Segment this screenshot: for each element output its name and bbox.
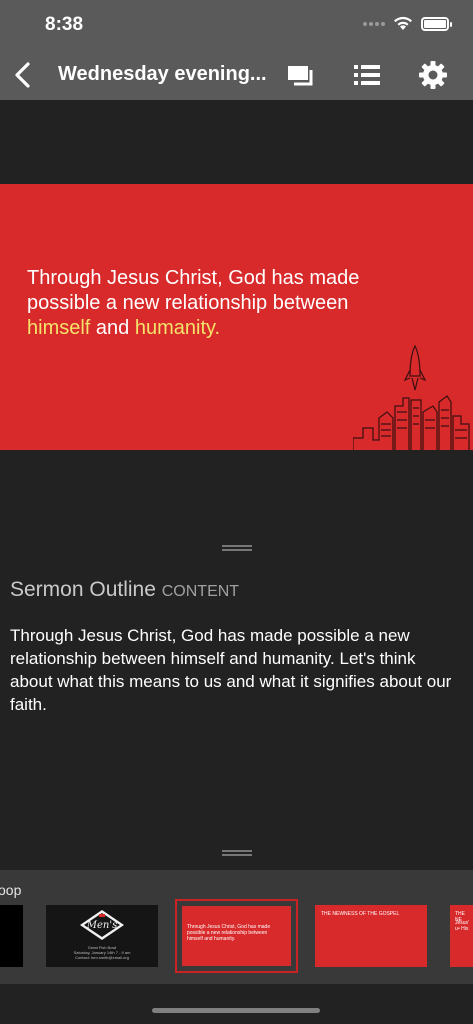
signal-icon (363, 21, 385, 26)
notes-tag: CONTENT (161, 583, 240, 600)
wifi-icon (394, 16, 412, 30)
chevron-left-icon (15, 62, 30, 88)
slide-line-1: Through Jesus Christ, God has made (27, 267, 360, 289)
home-area (0, 984, 473, 1024)
slide-viewer[interactable]: Through Jesus Christ, God has made possi… (0, 100, 473, 540)
tray-drag-handle[interactable] (222, 850, 252, 856)
slide-tray[interactable]: oop Men's Great Fish Bowl Saturday, Janu… (0, 870, 473, 984)
mens-thumb-details: Great Fish Bowl Saturday, January 14th 7… (46, 945, 158, 960)
mens-logo-icon: Men's (80, 910, 124, 940)
nav-bar: Wednesday evening... (0, 50, 473, 100)
slide-highlight-2: humanity (134, 317, 215, 339)
settings-button[interactable] (416, 58, 450, 92)
slide-and: and (95, 317, 130, 339)
back-button[interactable] (8, 58, 40, 92)
slides-button[interactable] (284, 58, 318, 92)
battery-icon (421, 16, 452, 31)
newness-thumb-text: THE NEWNESS OF THE GOSPEL (321, 911, 400, 917)
partial-thumb-bullet: • His (458, 926, 469, 932)
outline-list-button[interactable] (350, 58, 384, 92)
list-icon (354, 65, 380, 85)
mens-thumb-line-3: Contact: tom.smith@email.org (75, 955, 129, 960)
slide-highlight-1: himself (27, 317, 91, 339)
slides-icon (288, 66, 313, 86)
slide-period: . (214, 317, 221, 339)
notes-heading: Sermon Outline CONTENT (10, 578, 239, 602)
status-time: 8:38 (45, 14, 84, 35)
slide-thumbnail-partial[interactable]: THE NE Jesus' u • His (450, 905, 473, 967)
notes-body: Through Jesus Christ, God has made possi… (10, 626, 452, 714)
mens-logo-text: Men's (86, 920, 117, 931)
notes-title: Sermon Outline (10, 578, 156, 601)
current-slide[interactable]: Through Jesus Christ, God has made possi… (0, 184, 473, 450)
slide-thumbnail-current[interactable]: Through Jesus Christ, God has made possi… (175, 899, 298, 973)
slide-text: Through Jesus Christ, God has made possi… (27, 266, 407, 341)
home-indicator[interactable] (152, 1008, 320, 1013)
status-bar: 8:38 (0, 0, 473, 50)
status-icons (363, 16, 452, 31)
slide-line-2: possible a new relationship between (27, 292, 349, 314)
notes-panel: Sermon Outline CONTENT Through Jesus Chr… (0, 540, 473, 850)
rocket-skyline-illustration (353, 344, 470, 450)
slide-thumbnail-newness[interactable]: THE NEWNESS OF THE GOSPEL (315, 905, 427, 967)
tray-label: oop (0, 882, 22, 898)
current-thumb-text: Through Jesus Christ, God has made possi… (187, 924, 271, 942)
gear-icon (419, 61, 447, 89)
slide-thumbnail-blank[interactable] (0, 905, 23, 967)
page-title: Wednesday evening... (58, 63, 267, 85)
slide-thumbnail-mens-breakfast[interactable]: Men's Great Fish Bowl Saturday, January … (46, 905, 158, 967)
